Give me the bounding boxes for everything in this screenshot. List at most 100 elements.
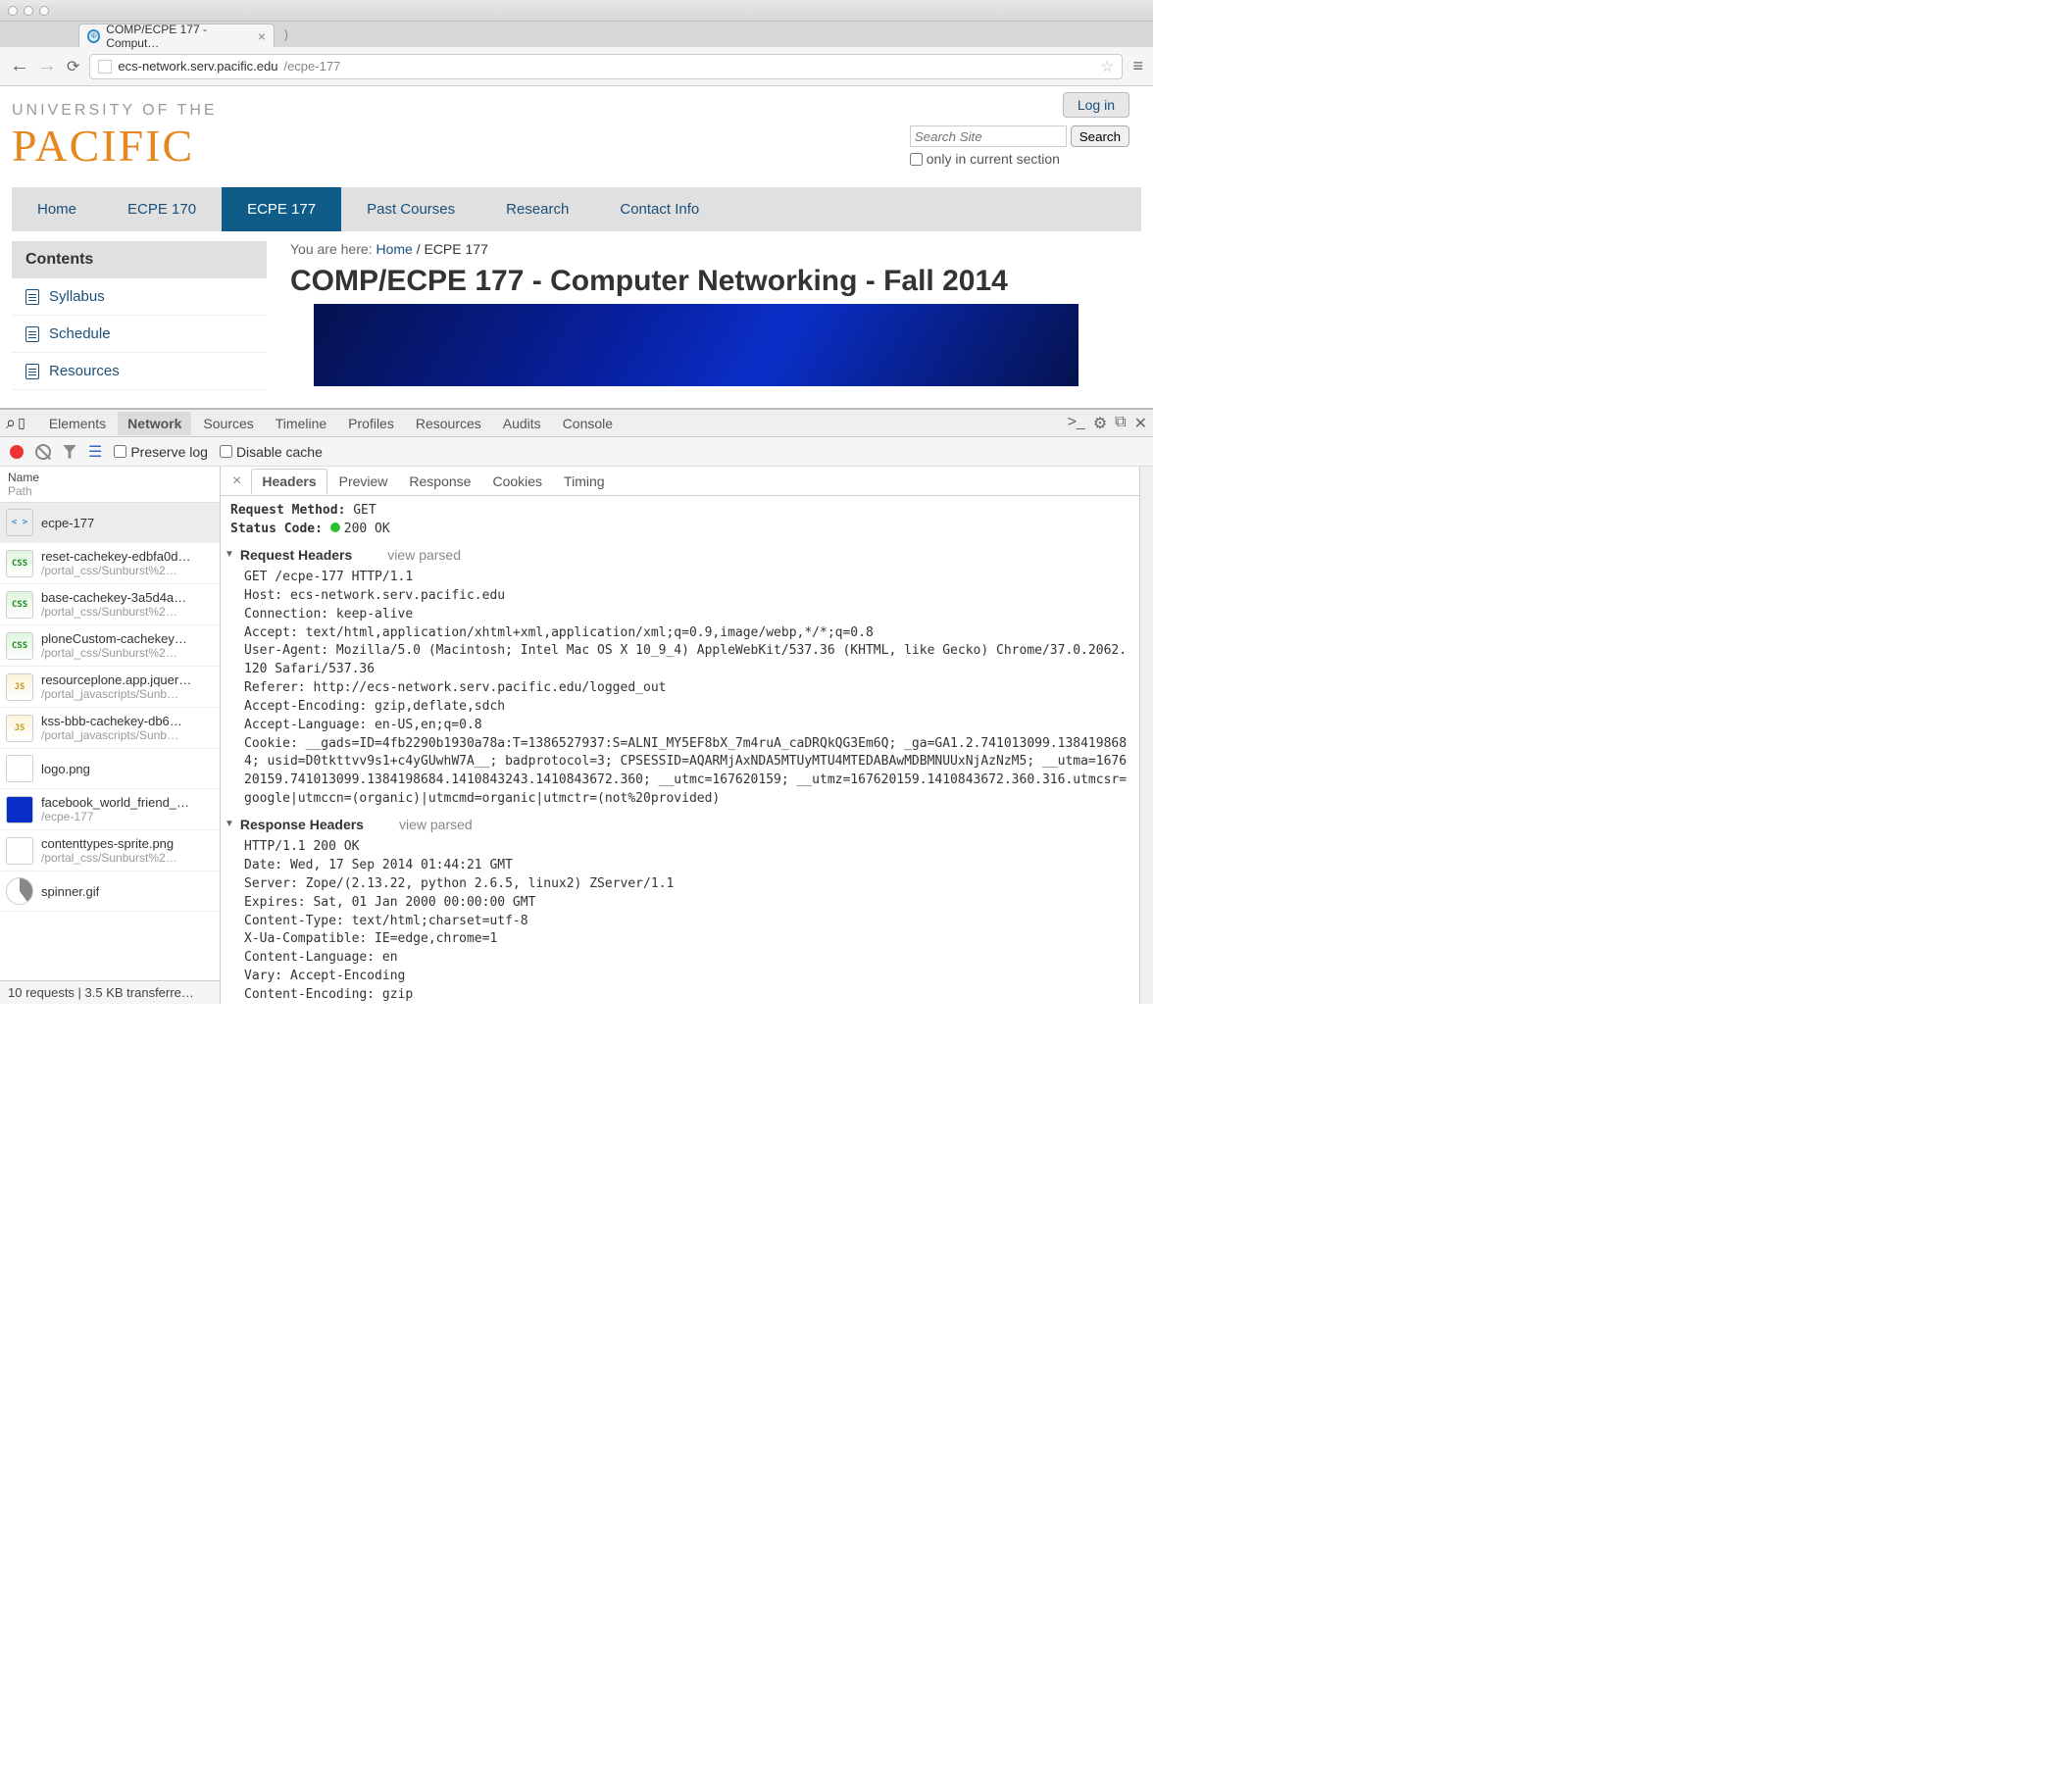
request-row[interactable]: spinner.gif xyxy=(0,871,220,912)
breadcrumb-home[interactable]: Home xyxy=(376,241,412,257)
drawer-toggle-icon[interactable]: >_ xyxy=(1068,414,1085,433)
view-parsed-link[interactable]: view parsed xyxy=(387,545,461,565)
filter-icon[interactable] xyxy=(63,445,76,459)
request-headers-section[interactable]: Request Headersview parsed xyxy=(225,545,1129,565)
response-headers-block: HTTP/1.1 200 OK Date: Wed, 17 Sep 2014 0… xyxy=(230,838,1129,1004)
nav-contact[interactable]: Contact Info xyxy=(594,187,725,231)
page-content: Log in UNIVERSITY OF THE PACIFIC Search … xyxy=(0,86,1153,408)
tab-preview[interactable]: Preview xyxy=(329,470,398,493)
device-mode-icon[interactable]: ▯ xyxy=(18,415,25,431)
request-method-value: GET xyxy=(353,503,376,518)
only-section-checkbox[interactable] xyxy=(910,153,923,166)
request-row[interactable]: JSkss-bbb-cachekey-db6…/portal_javascrip… xyxy=(0,708,220,749)
record-icon[interactable] xyxy=(10,445,24,459)
tab-sources[interactable]: Sources xyxy=(193,412,263,435)
tab-cookies[interactable]: Cookies xyxy=(482,470,552,493)
request-row[interactable]: JSresourceplone.app.jquer…/portal_javasc… xyxy=(0,667,220,708)
tab-resources[interactable]: Resources xyxy=(406,412,491,435)
browser-tab[interactable]: ⊕ COMP/ECPE 177 - Comput… × xyxy=(78,24,275,47)
devtools-close-icon[interactable]: ✕ xyxy=(1134,414,1147,433)
tab-network[interactable]: Network xyxy=(118,412,191,435)
request-path: /ecpe-177 xyxy=(41,810,189,823)
dock-icon[interactable]: ⧉ xyxy=(1115,414,1126,433)
search-input[interactable] xyxy=(910,125,1067,147)
view-parsed-link[interactable]: view parsed xyxy=(399,815,473,834)
gear-icon[interactable]: ⚙ xyxy=(1093,414,1107,433)
document-icon xyxy=(25,326,39,342)
document-icon xyxy=(25,289,39,305)
request-path: /portal_css/Sunburst%2… xyxy=(41,564,190,577)
file-type-icon xyxy=(6,796,33,823)
tab-timeline[interactable]: Timeline xyxy=(266,412,336,435)
document-icon xyxy=(25,364,39,379)
request-row[interactable]: CSSploneCustom-cachekey…/portal_css/Sunb… xyxy=(0,625,220,667)
request-name: ecpe-177 xyxy=(41,516,94,530)
nav-past-courses[interactable]: Past Courses xyxy=(341,187,480,231)
tab-response[interactable]: Response xyxy=(399,470,480,493)
request-row[interactable]: facebook_world_friend_…/ecpe-177 xyxy=(0,789,220,830)
breadcrumb-current: ECPE 177 xyxy=(424,241,487,257)
tab-console[interactable]: Console xyxy=(553,412,623,435)
preserve-log-checkbox[interactable]: Preserve log xyxy=(114,444,208,460)
traffic-light-minimize[interactable] xyxy=(24,6,33,16)
request-row[interactable]: logo.png xyxy=(0,749,220,789)
detail-tabs: × Headers Preview Response Cookies Timin… xyxy=(221,467,1139,496)
request-row[interactable]: contenttypes-sprite.png/portal_css/Sunbu… xyxy=(0,830,220,871)
disable-cache-checkbox[interactable]: Disable cache xyxy=(220,444,323,460)
traffic-light-close[interactable] xyxy=(8,6,18,16)
traffic-light-zoom[interactable] xyxy=(39,6,49,16)
only-section-label[interactable]: only in current section xyxy=(910,151,1060,167)
request-row[interactable]: CSSbase-cachekey-3a5d4a…/portal_css/Sunb… xyxy=(0,584,220,625)
window-chrome xyxy=(0,0,1153,22)
response-headers-section[interactable]: Response Headersview parsed xyxy=(225,815,1129,834)
main-column: You are here: Home / ECPE 177 COMP/ECPE … xyxy=(290,241,1141,390)
request-list-header[interactable]: Name Path xyxy=(0,467,220,503)
reload-icon[interactable]: ⟳ xyxy=(67,57,79,76)
request-path: /portal_css/Sunburst%2… xyxy=(41,605,186,619)
tab-timing[interactable]: Timing xyxy=(554,470,615,493)
page-icon xyxy=(98,60,112,74)
tab-headers[interactable]: Headers xyxy=(251,469,326,494)
browser-toolbar: ← → ⟳ ecs-network.serv.pacific.edu/ecpe-… xyxy=(0,47,1153,86)
login-button[interactable]: Log in xyxy=(1063,92,1129,118)
request-row[interactable]: CSSreset-cachekey-edbfa0d…/portal_css/Su… xyxy=(0,543,220,584)
tab-strip: ⊕ COMP/ECPE 177 - Comput… × ⟩ xyxy=(0,22,1153,47)
tab-elements[interactable]: Elements xyxy=(39,412,116,435)
nav-research[interactable]: Research xyxy=(480,187,594,231)
close-tab-icon[interactable]: × xyxy=(258,28,266,44)
hamburger-menu-icon[interactable]: ≡ xyxy=(1132,56,1143,76)
request-list: Name Path < >ecpe-177CSSreset-cachekey-e… xyxy=(0,467,221,1004)
forward-icon[interactable]: → xyxy=(37,55,57,77)
tab-profiles[interactable]: Profiles xyxy=(338,412,404,435)
request-name: ploneCustom-cachekey… xyxy=(41,631,187,646)
new-tab-button[interactable]: ⟩ xyxy=(275,24,298,47)
clear-icon[interactable] xyxy=(35,444,51,460)
nav-ecpe177[interactable]: ECPE 177 xyxy=(222,187,341,231)
back-icon[interactable]: ← xyxy=(10,55,29,77)
headers-content[interactable]: Request Method: GET Status Code: 200 OK … xyxy=(221,496,1139,1004)
request-row[interactable]: < >ecpe-177 xyxy=(0,503,220,543)
request-detail: × Headers Preview Response Cookies Timin… xyxy=(221,467,1139,1004)
list-view-icon[interactable]: ☰ xyxy=(88,442,102,462)
main-nav: Home ECPE 170 ECPE 177 Past Courses Rese… xyxy=(12,187,1141,231)
address-bar[interactable]: ecs-network.serv.pacific.edu/ecpe-177 ☆ xyxy=(89,54,1123,79)
sidebar-item-syllabus[interactable]: Syllabus xyxy=(12,278,267,316)
sidebar-item-schedule[interactable]: Schedule xyxy=(12,316,267,353)
nav-home[interactable]: Home xyxy=(12,187,102,231)
url-path: /ecpe-177 xyxy=(283,59,340,74)
contents-heading: Contents xyxy=(12,241,267,278)
close-detail-icon[interactable]: × xyxy=(225,473,249,490)
request-path: /portal_javascripts/Sunb… xyxy=(41,728,182,742)
breadcrumb: You are here: Home / ECPE 177 xyxy=(290,241,1141,257)
tab-audits[interactable]: Audits xyxy=(493,412,551,435)
nav-ecpe170[interactable]: ECPE 170 xyxy=(102,187,222,231)
search-icon[interactable]: ⌕ xyxy=(6,413,16,433)
devtools-scrollbar[interactable] xyxy=(1139,467,1153,1004)
search-button[interactable]: Search xyxy=(1071,125,1129,147)
bookmark-star-icon[interactable]: ☆ xyxy=(1100,57,1114,76)
request-name: base-cachekey-3a5d4a… xyxy=(41,590,186,605)
request-headers-block: GET /ecpe-177 HTTP/1.1 Host: ecs-network… xyxy=(230,569,1129,809)
tab-title: COMP/ECPE 177 - Comput… xyxy=(106,23,252,50)
file-type-icon: JS xyxy=(6,715,33,742)
sidebar-item-resources[interactable]: Resources xyxy=(12,353,267,390)
